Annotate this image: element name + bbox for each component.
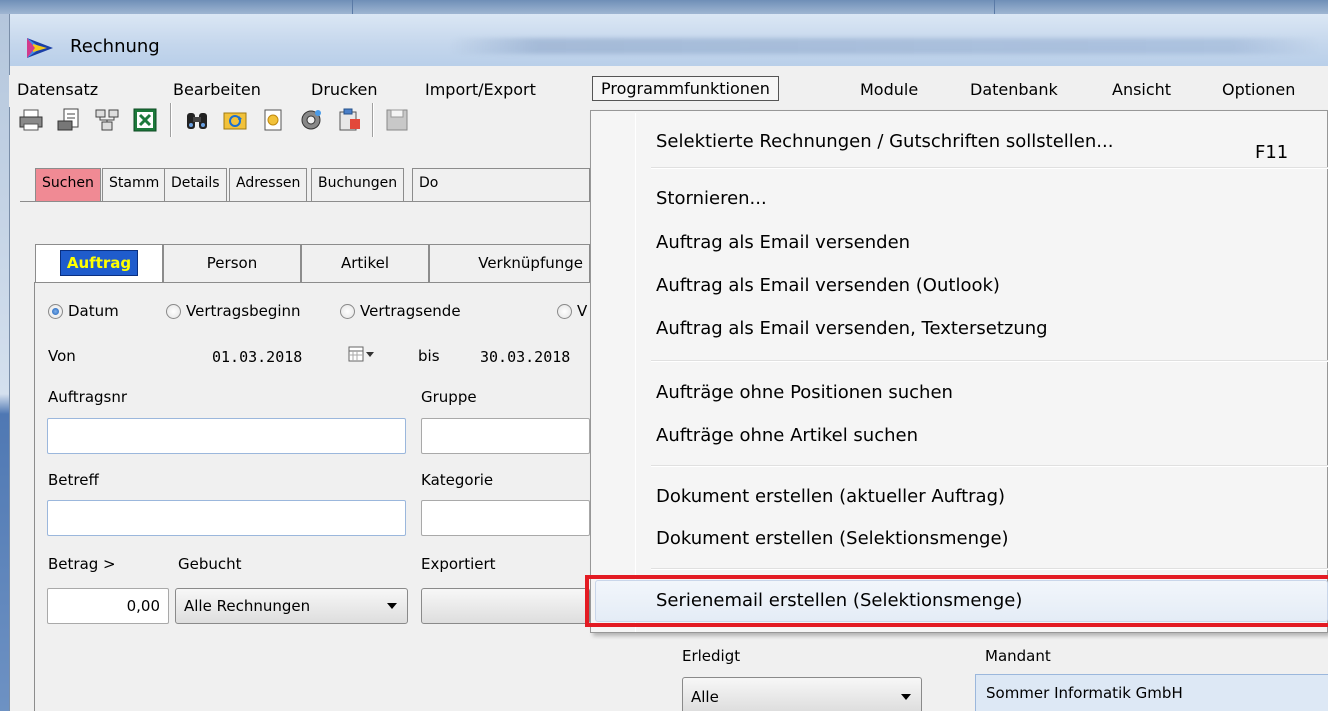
toolbar-separator: [170, 103, 172, 137]
tab-adressen[interactable]: Adressen: [229, 168, 308, 201]
menu-item-email-outlook[interactable]: Auftrag als Email versenden (Outlook): [656, 275, 1000, 296]
window-title: Rechnung: [70, 36, 160, 57]
tab-auftrag[interactable]: Auftrag: [35, 244, 163, 282]
chevron-down-icon: [387, 603, 397, 609]
erledigt-select-value: Alle: [691, 688, 719, 706]
menu-item-ohne-positionen[interactable]: Aufträge ohne Positionen suchen: [656, 382, 953, 403]
mandant-value: Sommer Informatik GmbH: [986, 684, 1183, 702]
radio-vertragsende-label: Vertragsende: [360, 302, 461, 320]
tab-artikel[interactable]: Artikel: [301, 244, 429, 282]
menu-separator: [651, 360, 1328, 362]
exportiert-label: Exportiert: [421, 555, 496, 573]
binoculars-icon[interactable]: [184, 107, 210, 133]
gebucht-label: Gebucht: [178, 555, 242, 573]
gebucht-select[interactable]: Alle Rechnungen: [175, 588, 408, 624]
title-bar: [10, 14, 1328, 66]
tab-dokumente[interactable]: Do: [412, 168, 590, 201]
gruppe-label: Gruppe: [421, 388, 477, 406]
menu-import-export[interactable]: Import/Export: [425, 80, 536, 99]
menu-datensatz[interactable]: Datensatz: [17, 80, 98, 99]
desktop-top-strip: [0, 0, 1328, 14]
refresh-folder-icon[interactable]: [222, 107, 248, 133]
menu-item-dokument-aktuell[interactable]: Dokument erstellen (aktueller Auftrag): [656, 486, 1005, 507]
tab-auftrag-label: Auftrag: [59, 250, 139, 276]
bis-label: bis: [418, 347, 440, 365]
desktop-separator: [994, 0, 995, 14]
app-logo-icon: [27, 38, 53, 58]
excel-icon[interactable]: [132, 107, 158, 133]
radio-datum[interactable]: [48, 304, 63, 319]
print-icon[interactable]: [18, 107, 44, 133]
kategorie-select[interactable]: [421, 500, 590, 536]
gebucht-select-value: Alle Rechnungen: [184, 597, 311, 615]
erledigt-select[interactable]: Alle: [682, 677, 922, 711]
von-label: Von: [48, 347, 76, 365]
radio-v[interactable]: [557, 304, 572, 319]
panel-left-border: [34, 282, 35, 711]
calendar-dropdown-icon[interactable]: [346, 344, 376, 366]
menu-icon-gutter: [635, 113, 636, 632]
tab-stamm[interactable]: Stamm: [102, 168, 167, 201]
menu-item-sollstellen[interactable]: Selektierte Rechnungen / Gutschriften so…: [656, 131, 1113, 152]
tab-details[interactable]: Details: [164, 168, 227, 201]
menu-item-email-versenden[interactable]: Auftrag als Email versenden: [656, 232, 910, 253]
tab-buchungen[interactable]: Buchungen: [311, 168, 405, 201]
desktop-separator: [352, 0, 353, 14]
menu-drucken[interactable]: Drucken: [311, 80, 378, 99]
von-date-field[interactable]: 01.03.2018: [212, 348, 302, 366]
betrag-label: Betrag >: [48, 555, 116, 573]
radio-v-label: V: [577, 302, 588, 320]
menu-item-email-textersetzung[interactable]: Auftrag als Email versenden, Textersetzu…: [656, 318, 1048, 339]
auftragsnr-label: Auftragsnr: [48, 388, 128, 406]
menu-separator: [651, 568, 1328, 570]
betrag-input[interactable]: 0,00: [47, 588, 169, 624]
auftragsnr-input[interactable]: [47, 418, 406, 454]
radio-vertragsbeginn[interactable]: [166, 304, 181, 319]
menu-optionen[interactable]: Optionen: [1222, 80, 1295, 99]
gruppe-select[interactable]: [421, 418, 590, 454]
erledigt-label: Erledigt: [682, 647, 741, 665]
toolbar-separator: [372, 103, 374, 137]
menu-programmfunktionen[interactable]: Programmfunktionen: [592, 76, 779, 101]
search-tab-divider: [35, 282, 590, 283]
clipboard-icon[interactable]: [336, 107, 362, 133]
radio-datum-label: Datum: [68, 302, 119, 320]
menu-item-ohne-artikel[interactable]: Aufträge ohne Artikel suchen: [656, 425, 918, 446]
betrag-value: 0,00: [126, 597, 160, 615]
kategorie-label: Kategorie: [421, 471, 494, 489]
settings-icon[interactable]: [298, 107, 324, 133]
menu-item-sollstellen-shortcut: F11: [1255, 142, 1289, 163]
menu-separator: [651, 465, 1328, 467]
tab-verknuepfungen[interactable]: Verknüpfunge: [429, 244, 590, 282]
tab-person[interactable]: Person: [163, 244, 301, 282]
radio-vertragsbeginn-label: Vertragsbeginn: [186, 302, 301, 320]
menu-separator: [651, 167, 1328, 169]
new-doc-icon[interactable]: [260, 107, 286, 133]
radio-vertragsende[interactable]: [340, 304, 355, 319]
red-highlight-box: [585, 575, 1328, 627]
print-preview-icon[interactable]: [56, 107, 82, 133]
tab-strip-divider: [20, 201, 590, 203]
mandant-label: Mandant: [985, 647, 1051, 665]
desktop-left-strip: [0, 14, 9, 711]
save-icon[interactable]: [384, 107, 410, 133]
menu-datenbank[interactable]: Datenbank: [970, 80, 1058, 99]
menu-ansicht[interactable]: Ansicht: [1112, 80, 1171, 99]
menu-item-stornieren[interactable]: Stornieren...: [656, 188, 767, 209]
betreff-input[interactable]: [47, 500, 406, 536]
exportiert-select[interactable]: [421, 588, 590, 624]
betreff-label: Betreff: [48, 471, 99, 489]
chevron-down-icon: [901, 694, 911, 700]
bis-date-field[interactable]: 30.03.2018: [480, 348, 570, 366]
menu-module[interactable]: Module: [860, 80, 918, 99]
title-bar-blur: [450, 38, 1320, 54]
network-icon[interactable]: [94, 107, 120, 133]
menu-item-dokument-selektion[interactable]: Dokument erstellen (Selektionsmenge): [656, 528, 1009, 549]
menu-bearbeiten[interactable]: Bearbeiten: [173, 80, 261, 99]
mandant-field[interactable]: Sommer Informatik GmbH: [975, 674, 1328, 711]
tab-suchen[interactable]: Suchen: [35, 168, 101, 201]
